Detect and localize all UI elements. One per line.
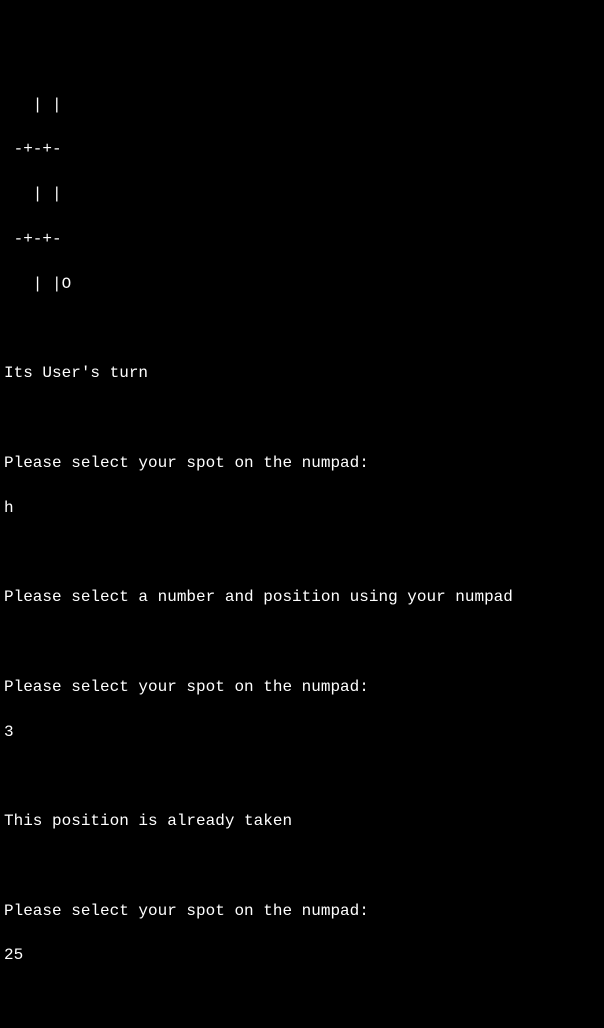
blank-line [4, 407, 600, 429]
board-separator-2: -+-+- [4, 228, 600, 250]
blank-line [4, 765, 600, 787]
turn-message: Its User's turn [4, 362, 600, 384]
user-input-3[interactable]: 25 [4, 944, 600, 966]
blank-line [4, 989, 600, 1011]
user-input-1[interactable]: h [4, 497, 600, 519]
blank-line [4, 631, 600, 653]
user-input-2[interactable]: 3 [4, 721, 600, 743]
error-position-taken: This position is already taken [4, 810, 600, 832]
spot-prompt-3: Please select your spot on the numpad: [4, 900, 600, 922]
board-row-1: | | [4, 94, 600, 116]
blank-line [4, 855, 600, 877]
blank-line [4, 541, 600, 563]
board-row-2: | | [4, 183, 600, 205]
board-row-3: | |O [4, 273, 600, 295]
error-invalid-input: Please select a number and position usin… [4, 586, 600, 608]
blank-line [4, 317, 600, 339]
spot-prompt-2: Please select your spot on the numpad: [4, 676, 600, 698]
board-separator-1: -+-+- [4, 138, 600, 160]
spot-prompt-1: Please select your spot on the numpad: [4, 452, 600, 474]
